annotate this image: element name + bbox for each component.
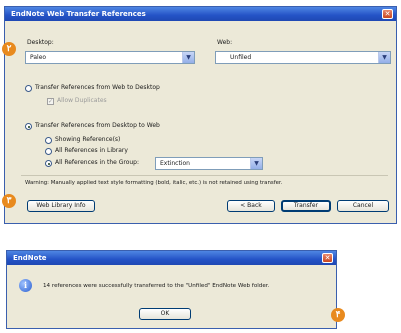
- transfer-dialog-close-button[interactable]: ✕: [382, 9, 393, 19]
- message-box-title: EndNote: [13, 254, 47, 262]
- chevron-down-icon: ▼: [182, 52, 194, 63]
- web-to-desktop-label: Transfer References from Web to Desktop: [35, 84, 160, 91]
- desktop-library-value: Paleo: [30, 54, 47, 61]
- all-in-group-label: All References in the Group:: [55, 159, 140, 166]
- desktop-library-select[interactable]: Paleo ▼: [25, 51, 195, 64]
- transfer-dialog-titlebar: EndNote Web Transfer References: [5, 7, 396, 21]
- step-marker-4: ۴: [331, 308, 345, 322]
- step-marker-2: ۲: [2, 42, 16, 56]
- transfer-dialog: EndNote Web Transfer References ✕ Deskto…: [4, 6, 397, 224]
- message-text: 14 references were successfully transfer…: [43, 283, 270, 289]
- showing-references-label: Showing Reference(s): [55, 136, 121, 143]
- group-value: Extinction: [160, 160, 190, 167]
- info-icon: i: [19, 279, 32, 292]
- back-button[interactable]: < Back: [227, 200, 275, 212]
- chevron-down-icon: ▼: [250, 158, 262, 169]
- desktop-to-web-label: Transfer References from Desktop to Web: [35, 122, 160, 129]
- transfer-dialog-title: EndNote Web Transfer References: [11, 10, 146, 18]
- step-marker-3: ۳: [2, 194, 16, 208]
- web-folder-select[interactable]: Unfiled ▼: [215, 51, 391, 64]
- group-select[interactable]: Extinction ▼: [155, 157, 263, 170]
- warning-text: Warning: Manually applied text style for…: [25, 180, 283, 186]
- message-box-titlebar: EndNote: [7, 251, 336, 265]
- allow-duplicates-label: Allow Duplicates: [57, 97, 107, 104]
- chevron-down-icon: ▼: [378, 52, 390, 63]
- showing-references-radio[interactable]: [45, 137, 52, 144]
- web-library-info-button[interactable]: Web Library Info: [27, 200, 95, 212]
- allow-duplicates-checkbox[interactable]: ✓: [47, 98, 54, 105]
- transfer-button[interactable]: Transfer: [281, 200, 331, 212]
- warning-separator: [21, 175, 388, 176]
- cancel-button[interactable]: Cancel: [337, 200, 389, 212]
- message-box-close-button[interactable]: ✕: [322, 253, 333, 263]
- all-in-group-radio[interactable]: [45, 160, 52, 167]
- desktop-to-web-radio[interactable]: [25, 123, 32, 130]
- desktop-label: Desktop:: [27, 39, 54, 46]
- all-in-library-radio[interactable]: [45, 148, 52, 155]
- web-label: Web:: [217, 39, 233, 46]
- ok-button[interactable]: OK: [139, 308, 191, 320]
- web-to-desktop-radio[interactable]: [25, 85, 32, 92]
- web-folder-value: Unfiled: [230, 54, 252, 61]
- all-in-library-label: All References in Library: [55, 147, 128, 154]
- message-box: EndNote ✕ i 14 references were successfu…: [6, 250, 337, 329]
